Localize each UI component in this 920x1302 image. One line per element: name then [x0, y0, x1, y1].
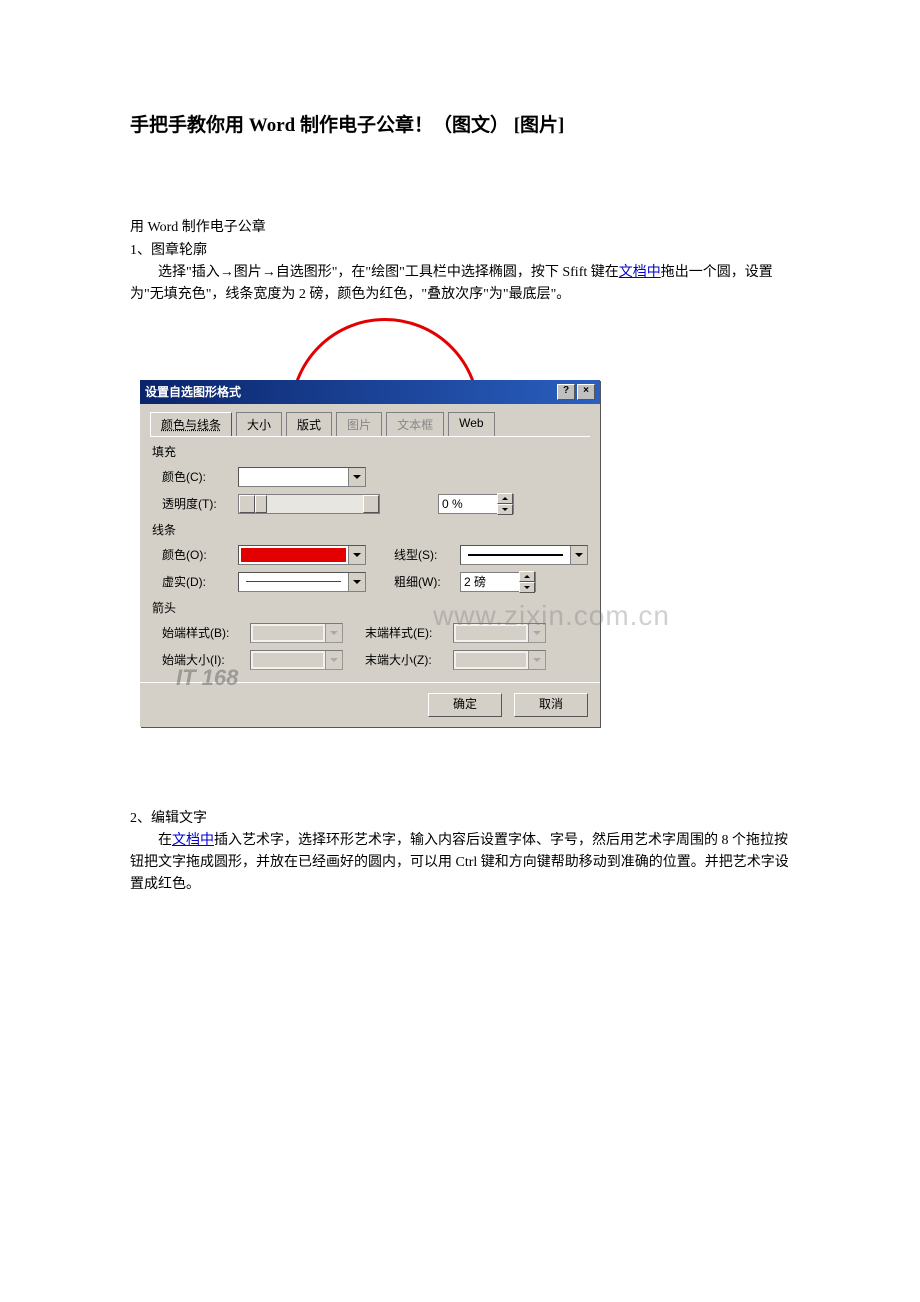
spin-up-icon[interactable]	[497, 493, 513, 504]
para2-post: 插入艺术字，选择环形艺术字，输入内容后设置字体、字号，然后用艺术字周围的 8 个…	[130, 833, 789, 891]
tab-strip: 颜色与线条 大小 版式 图片 文本框 Web	[150, 412, 590, 437]
begin-style-label: 始端样式(B):	[162, 624, 244, 641]
tab-layout[interactable]: 版式	[286, 412, 332, 436]
transparency-input[interactable]	[439, 496, 497, 512]
dash-label: 虚实(D):	[162, 573, 232, 590]
section-2-paragraph: 在文档中插入艺术字，选择环形艺术字，输入内容后设置字体、字号，然后用艺术字周围的…	[130, 830, 790, 895]
red-arc-preview	[130, 310, 790, 380]
transparency-value-spinner[interactable]	[438, 494, 514, 514]
para2-pre: 在	[158, 833, 172, 848]
cancel-button[interactable]: 取消	[514, 693, 588, 717]
doc-link-2[interactable]: 文档中	[172, 833, 214, 848]
spin-up-icon[interactable]	[519, 571, 535, 582]
weight-input[interactable]	[461, 574, 519, 590]
spin-down-icon[interactable]	[497, 504, 513, 515]
line-color-label: 颜色(O):	[162, 546, 232, 563]
tab-picture[interactable]: 图片	[336, 412, 382, 436]
page-title: 手把手教你用 Word 制作电子公章！（图文） [图片]	[130, 110, 790, 137]
slider-left-icon[interactable]	[239, 495, 255, 513]
tab-textbox[interactable]: 文本框	[386, 412, 444, 436]
chevron-down-icon	[528, 624, 545, 642]
doc-link-1[interactable]: 文档中	[619, 265, 661, 280]
chevron-down-icon	[325, 624, 342, 642]
end-size-combo	[453, 650, 546, 670]
tab-colors-lines[interactable]: 颜色与线条	[150, 412, 232, 436]
spin-down-icon[interactable]	[519, 582, 535, 593]
begin-style-combo	[250, 623, 343, 643]
slider-thumb[interactable]	[255, 495, 267, 513]
fill-color-label: 颜色(C):	[162, 468, 232, 485]
slider-right-icon[interactable]	[363, 495, 379, 513]
begin-size-combo	[250, 650, 343, 670]
line-color-combo[interactable]	[238, 545, 366, 565]
chevron-down-icon[interactable]	[348, 546, 365, 564]
para-text-pre: 选择"插入→图片→自选图形"，在"绘图"工具栏中选择椭圆，按下 Sfift 键在	[158, 265, 619, 280]
fill-section-label: 填充	[152, 443, 590, 460]
weight-spinner[interactable]	[460, 572, 536, 592]
tab-size[interactable]: 大小	[236, 412, 282, 436]
ok-button[interactable]: 确定	[428, 693, 502, 717]
red-circle-outline	[290, 318, 480, 380]
dash-combo[interactable]	[238, 572, 366, 592]
end-style-combo	[453, 623, 546, 643]
tab-web[interactable]: Web	[448, 412, 494, 436]
begin-size-label: 始端大小(I):	[162, 651, 244, 668]
close-button[interactable]: ×	[577, 384, 595, 400]
section-1-paragraph: 选择"插入→图片→自选图形"，在"绘图"工具栏中选择椭圆，按下 Sfift 键在…	[130, 262, 790, 305]
help-button[interactable]: ?	[557, 384, 575, 400]
format-autoshape-dialog: 设置自选图形格式 ? × 颜色与线条 大小 版式 图片 文本框 Web 填充 颜…	[140, 380, 600, 727]
section-2-heading: 2、编辑文字	[130, 808, 790, 830]
chevron-down-icon[interactable]	[348, 468, 365, 486]
chevron-down-icon	[528, 651, 545, 669]
intro-line1: 用 Word 制作电子公章	[130, 217, 790, 239]
line-style-combo[interactable]	[460, 545, 588, 565]
line-style-label: 线型(S):	[394, 546, 454, 563]
end-size-label: 末端大小(Z):	[365, 651, 447, 668]
section-1-heading: 1、图章轮廓	[130, 240, 790, 262]
dialog-title: 设置自选图形格式	[145, 383, 241, 400]
arrow-section-label: 箭头	[152, 599, 590, 616]
transparency-slider[interactable]	[238, 494, 380, 514]
fill-color-combo[interactable]	[238, 467, 366, 487]
weight-label: 粗细(W):	[394, 573, 454, 590]
chevron-down-icon[interactable]	[570, 546, 587, 564]
transparency-label: 透明度(T):	[162, 495, 232, 512]
end-style-label: 末端样式(E):	[365, 624, 447, 641]
line-section-label: 线条	[152, 521, 590, 538]
chevron-down-icon	[325, 651, 342, 669]
chevron-down-icon[interactable]	[348, 573, 365, 591]
dialog-titlebar: 设置自选图形格式 ? ×	[140, 380, 600, 404]
